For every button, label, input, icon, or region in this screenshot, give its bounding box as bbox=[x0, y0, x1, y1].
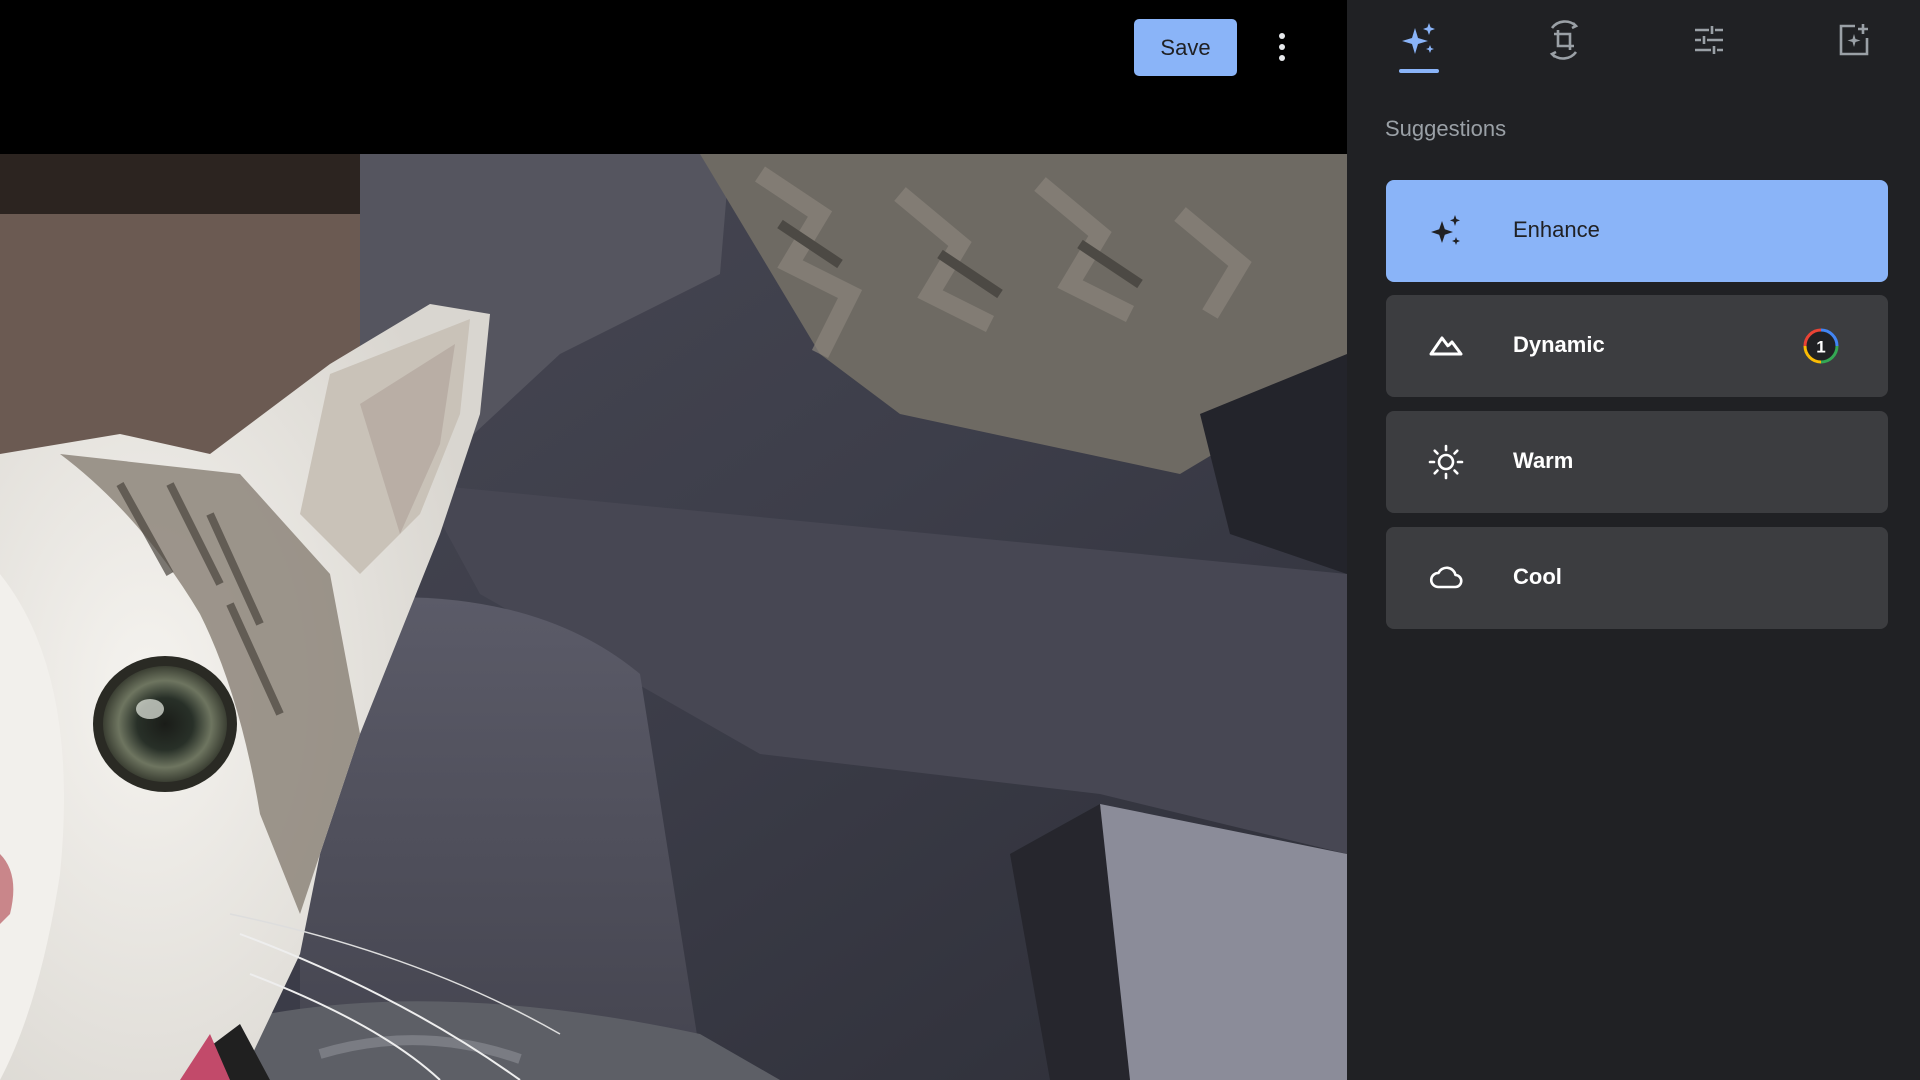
more-options-button[interactable] bbox=[1262, 22, 1302, 72]
badge-label: 1 bbox=[1816, 338, 1825, 357]
tab-adjust[interactable] bbox=[1674, 10, 1744, 70]
tab-selected-indicator bbox=[1399, 69, 1439, 73]
suggestion-enhance[interactable]: Enhance bbox=[1386, 180, 1888, 282]
add-to-frame-icon bbox=[1839, 24, 1869, 56]
crop-rotate-icon bbox=[1549, 20, 1579, 60]
photo-canvas[interactable] bbox=[0, 154, 1347, 1080]
mountain-icon bbox=[1428, 328, 1464, 364]
adjust-sliders-icon bbox=[1695, 26, 1723, 54]
sparkle-icon bbox=[1428, 213, 1464, 249]
google-one-badge: 1 bbox=[1802, 327, 1840, 365]
cloud-icon bbox=[1428, 560, 1464, 596]
suggestion-label: Enhance bbox=[1513, 217, 1600, 242]
photo-editor-app: Save Suggestions Enhance Dynamic 1 Warm … bbox=[0, 0, 1920, 1080]
suggestion-label: Dynamic bbox=[1513, 332, 1605, 357]
tab-crop-rotate[interactable] bbox=[1529, 10, 1599, 70]
tab-frame[interactable] bbox=[1818, 10, 1888, 70]
suggestions-heading: Suggestions bbox=[1385, 116, 1507, 141]
sun-icon bbox=[1428, 444, 1464, 480]
editor-area: Save bbox=[0, 0, 1347, 1080]
auto-fix-sparkle-icon bbox=[1402, 23, 1435, 54]
suggestion-cool[interactable]: Cool bbox=[1386, 527, 1888, 629]
editor-top-bar: Save bbox=[0, 0, 1347, 154]
save-button[interactable]: Save bbox=[1134, 19, 1237, 76]
suggestion-warm[interactable]: Warm bbox=[1386, 411, 1888, 513]
suggestion-label: Cool bbox=[1513, 564, 1562, 589]
suggestion-dynamic[interactable]: Dynamic 1 bbox=[1386, 295, 1888, 397]
more-vertical-icon bbox=[1279, 33, 1285, 61]
kitten-photo bbox=[0, 154, 1347, 1080]
suggestion-label: Warm bbox=[1513, 448, 1574, 473]
tab-suggestions[interactable] bbox=[1384, 10, 1454, 70]
